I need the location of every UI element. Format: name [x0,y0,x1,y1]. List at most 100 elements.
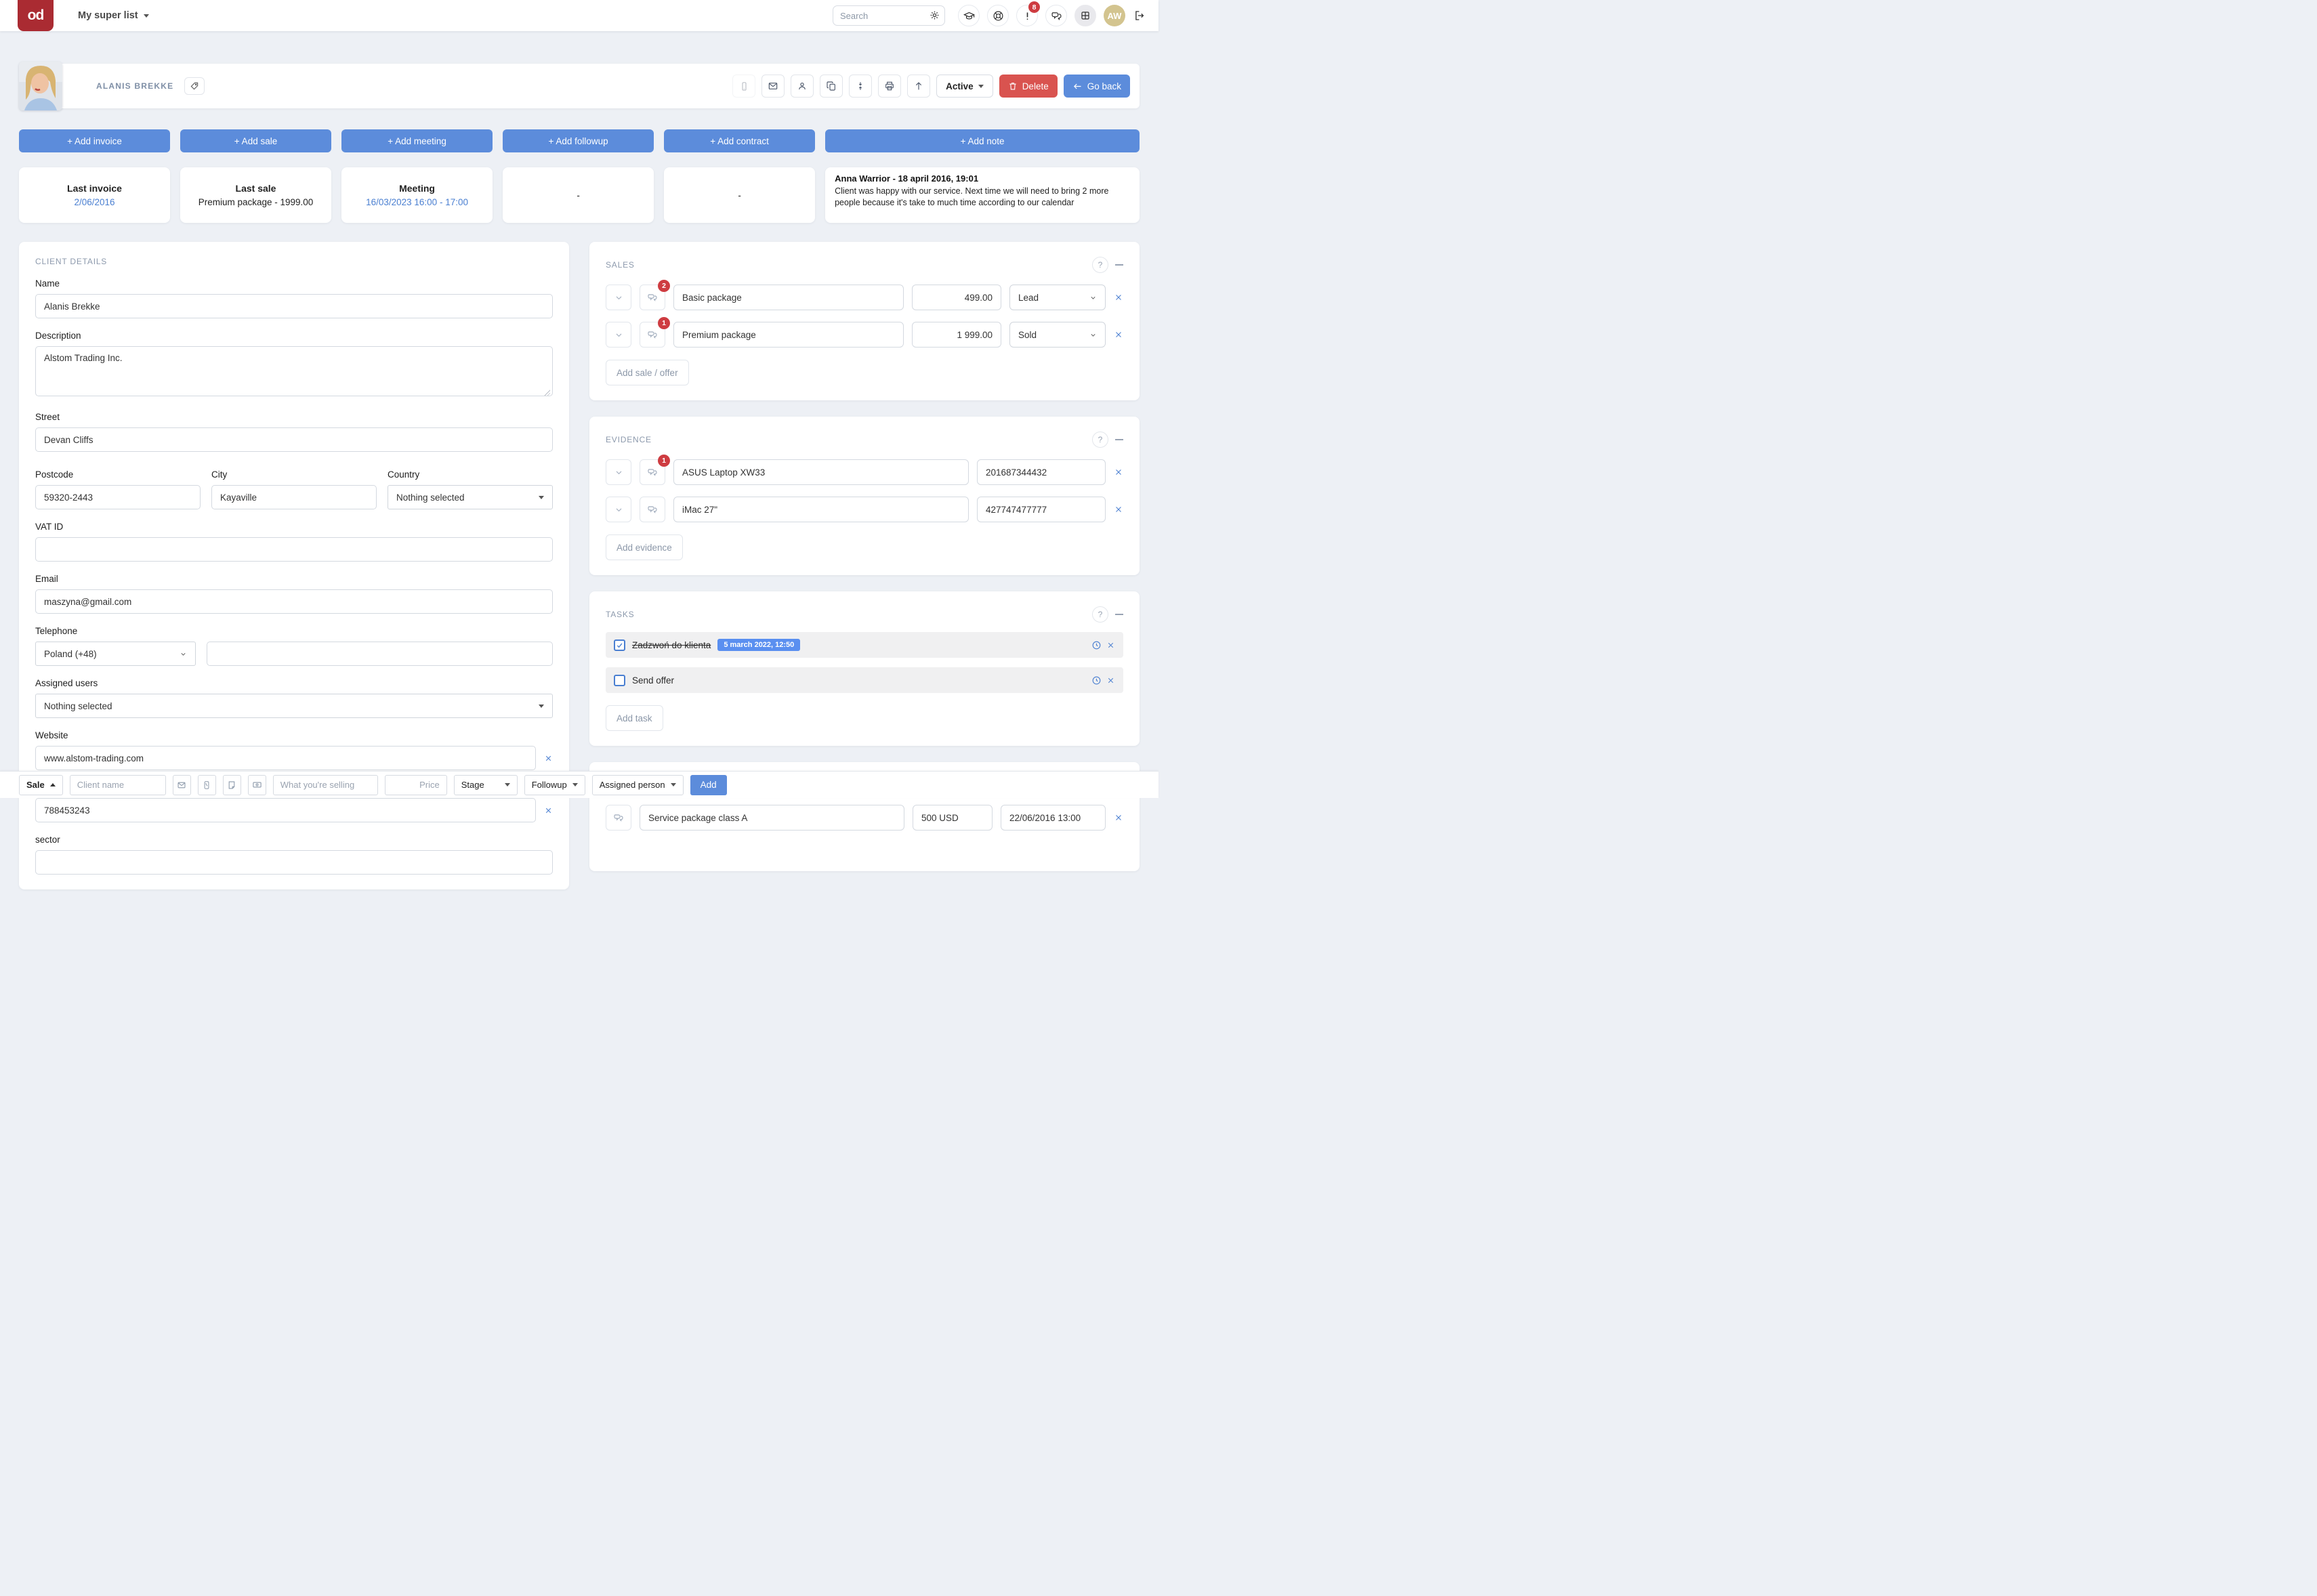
website-field[interactable] [35,746,536,770]
remove-sale-button[interactable] [1114,330,1123,339]
clear-additional-phone-button[interactable] [544,806,553,815]
additional-phone-field[interactable] [35,798,536,822]
sale-price-field[interactable] [912,285,1001,310]
add-invoice-button[interactable]: + Add invoice [19,129,170,152]
logout-button[interactable] [1133,9,1145,22]
messages-button[interactable] [1045,5,1067,26]
print-button[interactable] [878,75,901,98]
name-field[interactable] [35,294,553,318]
minimize-icon[interactable] [1115,264,1123,266]
user-avatar[interactable]: AW [1104,5,1125,26]
assigned-users-select[interactable]: Nothing selected [35,694,553,718]
evidence-serial-field[interactable] [977,497,1106,522]
quick-call-button[interactable] [198,775,216,795]
stage-dropdown[interactable]: Stage [454,775,518,795]
sale-stage-select[interactable]: Sold [1009,322,1106,348]
remove-task-button[interactable] [1106,676,1115,685]
minimize-icon[interactable] [1115,439,1123,440]
task-checkbox-unchecked[interactable] [614,675,625,686]
go-back-button[interactable]: Go back [1064,75,1130,98]
client-profile-button[interactable] [791,75,814,98]
client-photo[interactable] [19,62,62,110]
last-note-card[interactable]: Anna Warrior - 18 april 2016, 19:01 Clie… [825,167,1140,223]
evidence-name-field[interactable] [673,459,969,485]
minimize-icon[interactable] [1115,614,1123,615]
help-button[interactable]: ? [1092,606,1108,623]
add-followup-button[interactable]: + Add followup [503,129,654,152]
help-button[interactable]: ? [1092,432,1108,448]
meeting-link[interactable]: 16/03/2023 16:00 - 17:00 [366,197,468,207]
task-checkbox-checked[interactable] [614,639,625,651]
vat-field[interactable] [35,537,553,562]
expand-evidence-button[interactable] [606,497,631,522]
phone-number-field[interactable] [207,642,553,666]
last-invoice-link[interactable]: 2/06/2016 [74,197,114,207]
price-input[interactable] [385,775,447,795]
duplicate-button[interactable] [820,75,843,98]
sector-field[interactable] [35,850,553,875]
help-button[interactable]: ? [1092,257,1108,273]
evidence-name-field[interactable] [673,497,969,522]
followup-dropdown[interactable]: Followup [524,775,585,795]
asset-comments-button[interactable] [606,805,631,831]
support-button[interactable] [987,5,1009,26]
sale-stage-select[interactable]: Lead [1009,285,1106,310]
remove-asset-button[interactable] [1114,813,1123,822]
quick-note-button[interactable] [223,775,241,795]
sale-name-field[interactable] [673,285,904,310]
remove-sale-button[interactable] [1114,293,1123,302]
add-task-button[interactable]: Add task [606,705,663,731]
email-field[interactable] [35,589,553,614]
email-client-button[interactable] [761,75,785,98]
task-schedule-button[interactable] [1091,640,1102,650]
search-input[interactable] [833,5,945,26]
client-name-input[interactable] [70,775,166,795]
remove-evidence-button[interactable] [1114,467,1123,477]
description-field[interactable]: Alstom Trading Inc. [35,346,553,396]
evidence-comments-button[interactable]: 1 [640,459,665,485]
quick-add-submit-button[interactable]: Add [690,775,727,795]
selling-input[interactable] [273,775,378,795]
asset-date-field[interactable] [1001,805,1106,831]
postcode-field[interactable] [35,485,201,509]
add-sale-offer-button[interactable]: Add sale / offer [606,360,689,385]
add-contract-button[interactable]: + Add contract [664,129,815,152]
country-select[interactable]: Nothing selected [388,485,553,509]
add-meeting-button[interactable]: + Add meeting [341,129,493,152]
sale-comments-button[interactable]: 1 [640,322,665,348]
evidence-comments-button[interactable] [640,497,665,522]
sale-price-field[interactable] [912,322,1001,348]
street-field[interactable] [35,427,553,452]
phone-country-select[interactable]: Poland (+48) [35,642,196,666]
delete-button[interactable]: Delete [999,75,1058,98]
task-schedule-button[interactable] [1091,675,1102,686]
city-field[interactable] [211,485,377,509]
sale-name-field[interactable] [673,322,904,348]
call-client-button[interactable] [732,75,755,98]
app-logo[interactable]: od [18,0,54,31]
add-evidence-button[interactable]: Add evidence [606,534,683,560]
asset-price-field[interactable] [913,805,993,831]
quick-payment-button[interactable] [248,775,266,795]
evidence-serial-field[interactable] [977,459,1106,485]
search-settings-gear-icon[interactable] [930,10,940,20]
sale-comments-button[interactable]: 2 [640,285,665,310]
clear-website-button[interactable] [544,754,553,763]
tags-button[interactable] [184,77,205,95]
entry-type-dropdown[interactable]: Sale [19,775,63,795]
quick-email-button[interactable] [173,775,191,795]
status-dropdown[interactable]: Active [936,75,993,98]
remove-evidence-button[interactable] [1114,505,1123,514]
list-picker-dropdown[interactable]: My super list [78,10,149,21]
add-sale-button[interactable]: + Add sale [180,129,331,152]
notifications-button[interactable]: 8 [1016,5,1038,26]
add-note-button[interactable]: + Add note [825,129,1140,152]
academy-button[interactable] [958,5,980,26]
expand-sale-button[interactable] [606,285,631,310]
remove-task-button[interactable] [1106,641,1115,650]
asset-name-field[interactable] [640,805,904,831]
apps-grid-button[interactable] [1074,5,1096,26]
expand-sale-button[interactable] [606,322,631,348]
assigned-person-dropdown[interactable]: Assigned person [592,775,684,795]
export-button[interactable] [907,75,930,98]
